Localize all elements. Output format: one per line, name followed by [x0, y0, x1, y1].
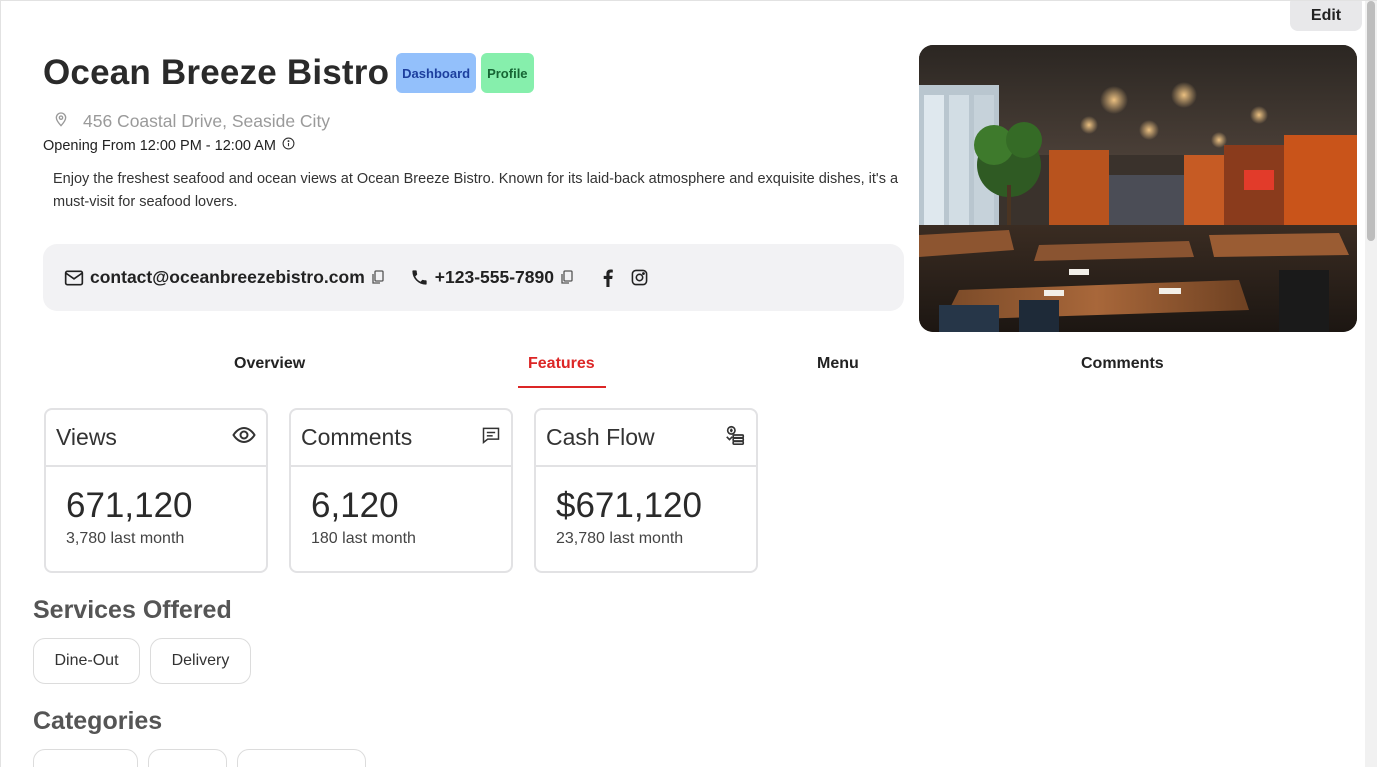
- mail-icon: [64, 268, 84, 288]
- eye-icon: [232, 423, 256, 452]
- title-row: Ocean Breeze Bistro Dashboard Profile: [43, 53, 534, 93]
- tab-overview[interactable]: Overview: [234, 355, 305, 373]
- tab-bar: Overview Features Menu Comments: [1, 341, 1361, 389]
- tab-menu[interactable]: Menu: [817, 355, 859, 373]
- tab-comments[interactable]: Comments: [1081, 355, 1164, 373]
- card-header: Cash Flow: [536, 410, 756, 467]
- email-text[interactable]: contact@oceanbreezebistro.com: [90, 267, 365, 288]
- phone-icon: [410, 268, 429, 287]
- category-chip[interactable]: [237, 749, 366, 767]
- vertical-scrollbar[interactable]: [1365, 1, 1377, 767]
- card-title: Cash Flow: [546, 424, 655, 450]
- phone-contact: +123-555-7890: [410, 267, 573, 288]
- address-text: 456 Coastal Drive, Seaside City: [83, 111, 331, 131]
- copy-email-icon[interactable]: [371, 270, 384, 285]
- profile-badge[interactable]: Profile: [481, 53, 534, 93]
- restaurant-description: Enjoy the freshest seafood and ocean vie…: [53, 171, 899, 210]
- card-header: Views: [46, 410, 266, 467]
- active-tab-indicator: [518, 386, 606, 388]
- address-row: 456 Coastal Drive, Seaside City: [53, 111, 330, 132]
- card-value: 6,120: [311, 486, 399, 525]
- services-title: Services Offered: [33, 596, 232, 624]
- page-title: Ocean Breeze Bistro: [43, 53, 390, 92]
- card-subtext: 180 last month: [311, 530, 416, 547]
- category-chip[interactable]: [33, 749, 138, 767]
- scrollbar-thumb[interactable]: [1367, 1, 1375, 241]
- phone-text[interactable]: +123-555-7890: [435, 267, 554, 288]
- facebook-icon[interactable]: [603, 269, 613, 287]
- service-chip[interactable]: Dine-Out: [33, 638, 140, 684]
- instagram-icon[interactable]: [631, 269, 648, 286]
- restaurant-profile-page: Edit Ocean Breeze Bistro Dashboard Profi…: [0, 0, 1377, 767]
- cash-flow-card: Cash Flow $671,120 23,780 last month: [534, 408, 758, 573]
- card-title: Comments: [301, 424, 413, 450]
- category-chip[interactable]: [148, 749, 227, 767]
- comments-card: Comments 6,120 180 last month: [289, 408, 513, 573]
- card-subtext: 23,780 last month: [556, 530, 684, 547]
- comment-icon: [481, 425, 501, 450]
- views-card: Views 671,120 3,780 last month: [44, 408, 268, 573]
- edit-button[interactable]: Edit: [1290, 1, 1362, 31]
- card-title: Views: [56, 424, 117, 450]
- restaurant-photo: [919, 45, 1357, 332]
- card-value: 671,120: [66, 486, 193, 525]
- info-icon[interactable]: [282, 137, 295, 154]
- card-header: Comments: [291, 410, 511, 467]
- service-chip[interactable]: Delivery: [150, 638, 251, 684]
- opening-hours: Opening From 12:00 PM - 12:00 AM: [43, 137, 276, 154]
- categories-title: Categories: [33, 707, 163, 735]
- hours-row: Opening From 12:00 PM - 12:00 AM: [43, 137, 295, 154]
- email-contact: contact@oceanbreezebistro.com: [64, 267, 384, 288]
- contact-bar: contact@oceanbreezebistro.com +123-555-7…: [43, 244, 904, 311]
- card-value: $671,120: [556, 486, 702, 525]
- location-pin-icon: [53, 111, 69, 132]
- copy-phone-icon[interactable]: [560, 270, 573, 285]
- card-subtext: 3,780 last month: [66, 530, 185, 547]
- tab-features[interactable]: Features: [528, 355, 595, 373]
- dashboard-badge[interactable]: Dashboard: [396, 53, 477, 93]
- cash-icon: [724, 424, 746, 451]
